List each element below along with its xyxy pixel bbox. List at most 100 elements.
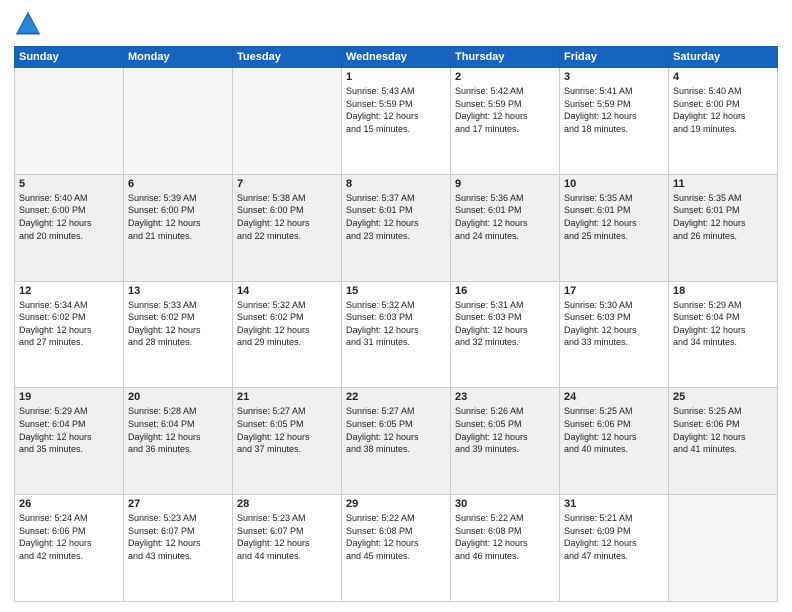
day-number: 18 (673, 285, 773, 297)
day-number: 5 (19, 178, 119, 190)
day-info: Sunrise: 5:30 AM Sunset: 6:03 PM Dayligh… (564, 299, 664, 349)
day-info: Sunrise: 5:23 AM Sunset: 6:07 PM Dayligh… (128, 512, 228, 562)
calendar-cell: 12Sunrise: 5:34 AM Sunset: 6:02 PM Dayli… (15, 281, 124, 388)
day-info: Sunrise: 5:26 AM Sunset: 6:05 PM Dayligh… (455, 405, 555, 455)
day-info: Sunrise: 5:40 AM Sunset: 6:00 PM Dayligh… (673, 85, 773, 135)
calendar-cell (15, 68, 124, 175)
calendar-cell: 20Sunrise: 5:28 AM Sunset: 6:04 PM Dayli… (124, 388, 233, 495)
day-number: 1 (346, 71, 446, 83)
calendar-cell: 24 Sunrise: 5:25 AM Sunset: 6:06 PM Dayli… (560, 388, 669, 495)
calendar-cell: 29 Sunrise: 5:22 AM Sunset: 6:08 PM Dayli… (342, 495, 451, 602)
day-info: Sunrise: 5:41 AM Sunset: 5:59 PM Dayligh… (564, 85, 664, 135)
calendar-cell: 16 Sunrise: 5:31 AM Sunset: 6:03 PM Dayli… (451, 281, 560, 388)
weekday-header-wednesday: Wednesday (342, 47, 451, 68)
day-number: 29 (346, 498, 446, 510)
calendar-week-row: 19 Sunrise: 5:29 AM Sunset: 6:04 PM Dayli… (15, 388, 778, 495)
calendar-cell: 31 Sunrise: 5:21 AM Sunset: 6:09 PM Dayli… (560, 495, 669, 602)
day-info: Sunrise: 5:24 AM Sunset: 6:06 PM Dayligh… (19, 512, 119, 562)
day-info: Sunrise: 5:36 AM Sunset: 6:01 PM Dayligh… (455, 192, 555, 242)
calendar-cell: 10Sunrise: 5:35 AM Sunset: 6:01 PM Dayli… (560, 174, 669, 281)
day-info: Sunrise: 5:22 AM Sunset: 6:08 PM Dayligh… (455, 512, 555, 562)
calendar-cell: 3Sunrise: 5:41 AM Sunset: 5:59 PM Daylig… (560, 68, 669, 175)
day-info: Sunrise: 5:21 AM Sunset: 6:09 PM Dayligh… (564, 512, 664, 562)
day-info: Sunrise: 5:23 AM Sunset: 6:07 PM Dayligh… (237, 512, 337, 562)
day-info: Sunrise: 5:35 AM Sunset: 6:01 PM Dayligh… (564, 192, 664, 242)
page: SundayMondayTuesdayWednesdayThursdayFrid… (0, 0, 792, 612)
calendar-cell (233, 68, 342, 175)
calendar-cell: 4Sunrise: 5:40 AM Sunset: 6:00 PM Daylig… (669, 68, 778, 175)
logo (14, 10, 46, 38)
day-number: 16 (455, 285, 555, 297)
day-number: 17 (564, 285, 664, 297)
day-number: 11 (673, 178, 773, 190)
weekday-header-row: SundayMondayTuesdayWednesdayThursdayFrid… (15, 47, 778, 68)
day-number: 28 (237, 498, 337, 510)
day-info: Sunrise: 5:39 AM Sunset: 6:00 PM Dayligh… (128, 192, 228, 242)
calendar-cell: 7 Sunrise: 5:38 AM Sunset: 6:00 PM Daylig… (233, 174, 342, 281)
calendar-cell (669, 495, 778, 602)
weekday-header-monday: Monday (124, 47, 233, 68)
day-number: 31 (564, 498, 664, 510)
day-info: Sunrise: 5:27 AM Sunset: 6:05 PM Dayligh… (237, 405, 337, 455)
day-info: Sunrise: 5:38 AM Sunset: 6:00 PM Dayligh… (237, 192, 337, 242)
day-info: Sunrise: 5:27 AM Sunset: 6:05 PM Dayligh… (346, 405, 446, 455)
day-number: 27 (128, 498, 228, 510)
day-info: Sunrise: 5:34 AM Sunset: 6:02 PM Dayligh… (19, 299, 119, 349)
day-info: Sunrise: 5:25 AM Sunset: 6:06 PM Dayligh… (673, 405, 773, 455)
weekday-header-sunday: Sunday (15, 47, 124, 68)
calendar-table: SundayMondayTuesdayWednesdayThursdayFrid… (14, 46, 778, 602)
calendar-cell: 28 Sunrise: 5:23 AM Sunset: 6:07 PM Dayli… (233, 495, 342, 602)
calendar-cell: 19 Sunrise: 5:29 AM Sunset: 6:04 PM Dayli… (15, 388, 124, 495)
day-number: 9 (455, 178, 555, 190)
calendar-cell: 25 Sunrise: 5:25 AM Sunset: 6:06 PM Dayli… (669, 388, 778, 495)
calendar-cell (124, 68, 233, 175)
day-number: 13 (128, 285, 228, 297)
calendar-cell: 18 Sunrise: 5:29 AM Sunset: 6:04 PM Dayli… (669, 281, 778, 388)
calendar-cell: 14 Sunrise: 5:32 AM Sunset: 6:02 PM Dayli… (233, 281, 342, 388)
calendar-cell: 22Sunrise: 5:27 AM Sunset: 6:05 PM Dayli… (342, 388, 451, 495)
calendar-cell: 23 Sunrise: 5:26 AM Sunset: 6:05 PM Dayli… (451, 388, 560, 495)
day-info: Sunrise: 5:32 AM Sunset: 6:03 PM Dayligh… (346, 299, 446, 349)
calendar-cell: 11 Sunrise: 5:35 AM Sunset: 6:01 PM Dayli… (669, 174, 778, 281)
day-info: Sunrise: 5:28 AM Sunset: 6:04 PM Dayligh… (128, 405, 228, 455)
day-number: 19 (19, 391, 119, 403)
calendar-week-row: 12Sunrise: 5:34 AM Sunset: 6:02 PM Dayli… (15, 281, 778, 388)
day-number: 7 (237, 178, 337, 190)
day-number: 30 (455, 498, 555, 510)
calendar-cell: 30 Sunrise: 5:22 AM Sunset: 6:08 PM Dayli… (451, 495, 560, 602)
weekday-header-tuesday: Tuesday (233, 47, 342, 68)
day-info: Sunrise: 5:29 AM Sunset: 6:04 PM Dayligh… (673, 299, 773, 349)
header (14, 10, 778, 38)
calendar-cell: 2 Sunrise: 5:42 AM Sunset: 5:59 PM Daylig… (451, 68, 560, 175)
day-number: 24 (564, 391, 664, 403)
day-info: Sunrise: 5:29 AM Sunset: 6:04 PM Dayligh… (19, 405, 119, 455)
day-number: 6 (128, 178, 228, 190)
day-number: 25 (673, 391, 773, 403)
day-number: 14 (237, 285, 337, 297)
calendar-cell: 8 Sunrise: 5:37 AM Sunset: 6:01 PM Daylig… (342, 174, 451, 281)
day-info: Sunrise: 5:32 AM Sunset: 6:02 PM Dayligh… (237, 299, 337, 349)
calendar-cell: 9 Sunrise: 5:36 AM Sunset: 6:01 PM Daylig… (451, 174, 560, 281)
calendar-cell: 26 Sunrise: 5:24 AM Sunset: 6:06 PM Dayli… (15, 495, 124, 602)
calendar-cell: 17 Sunrise: 5:30 AM Sunset: 6:03 PM Dayli… (560, 281, 669, 388)
day-number: 2 (455, 71, 555, 83)
weekday-header-friday: Friday (560, 47, 669, 68)
day-info: Sunrise: 5:22 AM Sunset: 6:08 PM Dayligh… (346, 512, 446, 562)
calendar-cell: 1Sunrise: 5:43 AM Sunset: 5:59 PM Daylig… (342, 68, 451, 175)
weekday-header-thursday: Thursday (451, 47, 560, 68)
calendar-cell: 13Sunrise: 5:33 AM Sunset: 6:02 PM Dayli… (124, 281, 233, 388)
day-info: Sunrise: 5:35 AM Sunset: 6:01 PM Dayligh… (673, 192, 773, 242)
day-number: 23 (455, 391, 555, 403)
day-info: Sunrise: 5:37 AM Sunset: 6:01 PM Dayligh… (346, 192, 446, 242)
day-number: 26 (19, 498, 119, 510)
calendar-week-row: 26 Sunrise: 5:24 AM Sunset: 6:06 PM Dayli… (15, 495, 778, 602)
day-info: Sunrise: 5:25 AM Sunset: 6:06 PM Dayligh… (564, 405, 664, 455)
day-info: Sunrise: 5:42 AM Sunset: 5:59 PM Dayligh… (455, 85, 555, 135)
day-info: Sunrise: 5:31 AM Sunset: 6:03 PM Dayligh… (455, 299, 555, 349)
day-number: 21 (237, 391, 337, 403)
weekday-header-saturday: Saturday (669, 47, 778, 68)
day-number: 8 (346, 178, 446, 190)
calendar-cell: 15Sunrise: 5:32 AM Sunset: 6:03 PM Dayli… (342, 281, 451, 388)
day-info: Sunrise: 5:40 AM Sunset: 6:00 PM Dayligh… (19, 192, 119, 242)
calendar-cell: 5 Sunrise: 5:40 AM Sunset: 6:00 PM Daylig… (15, 174, 124, 281)
